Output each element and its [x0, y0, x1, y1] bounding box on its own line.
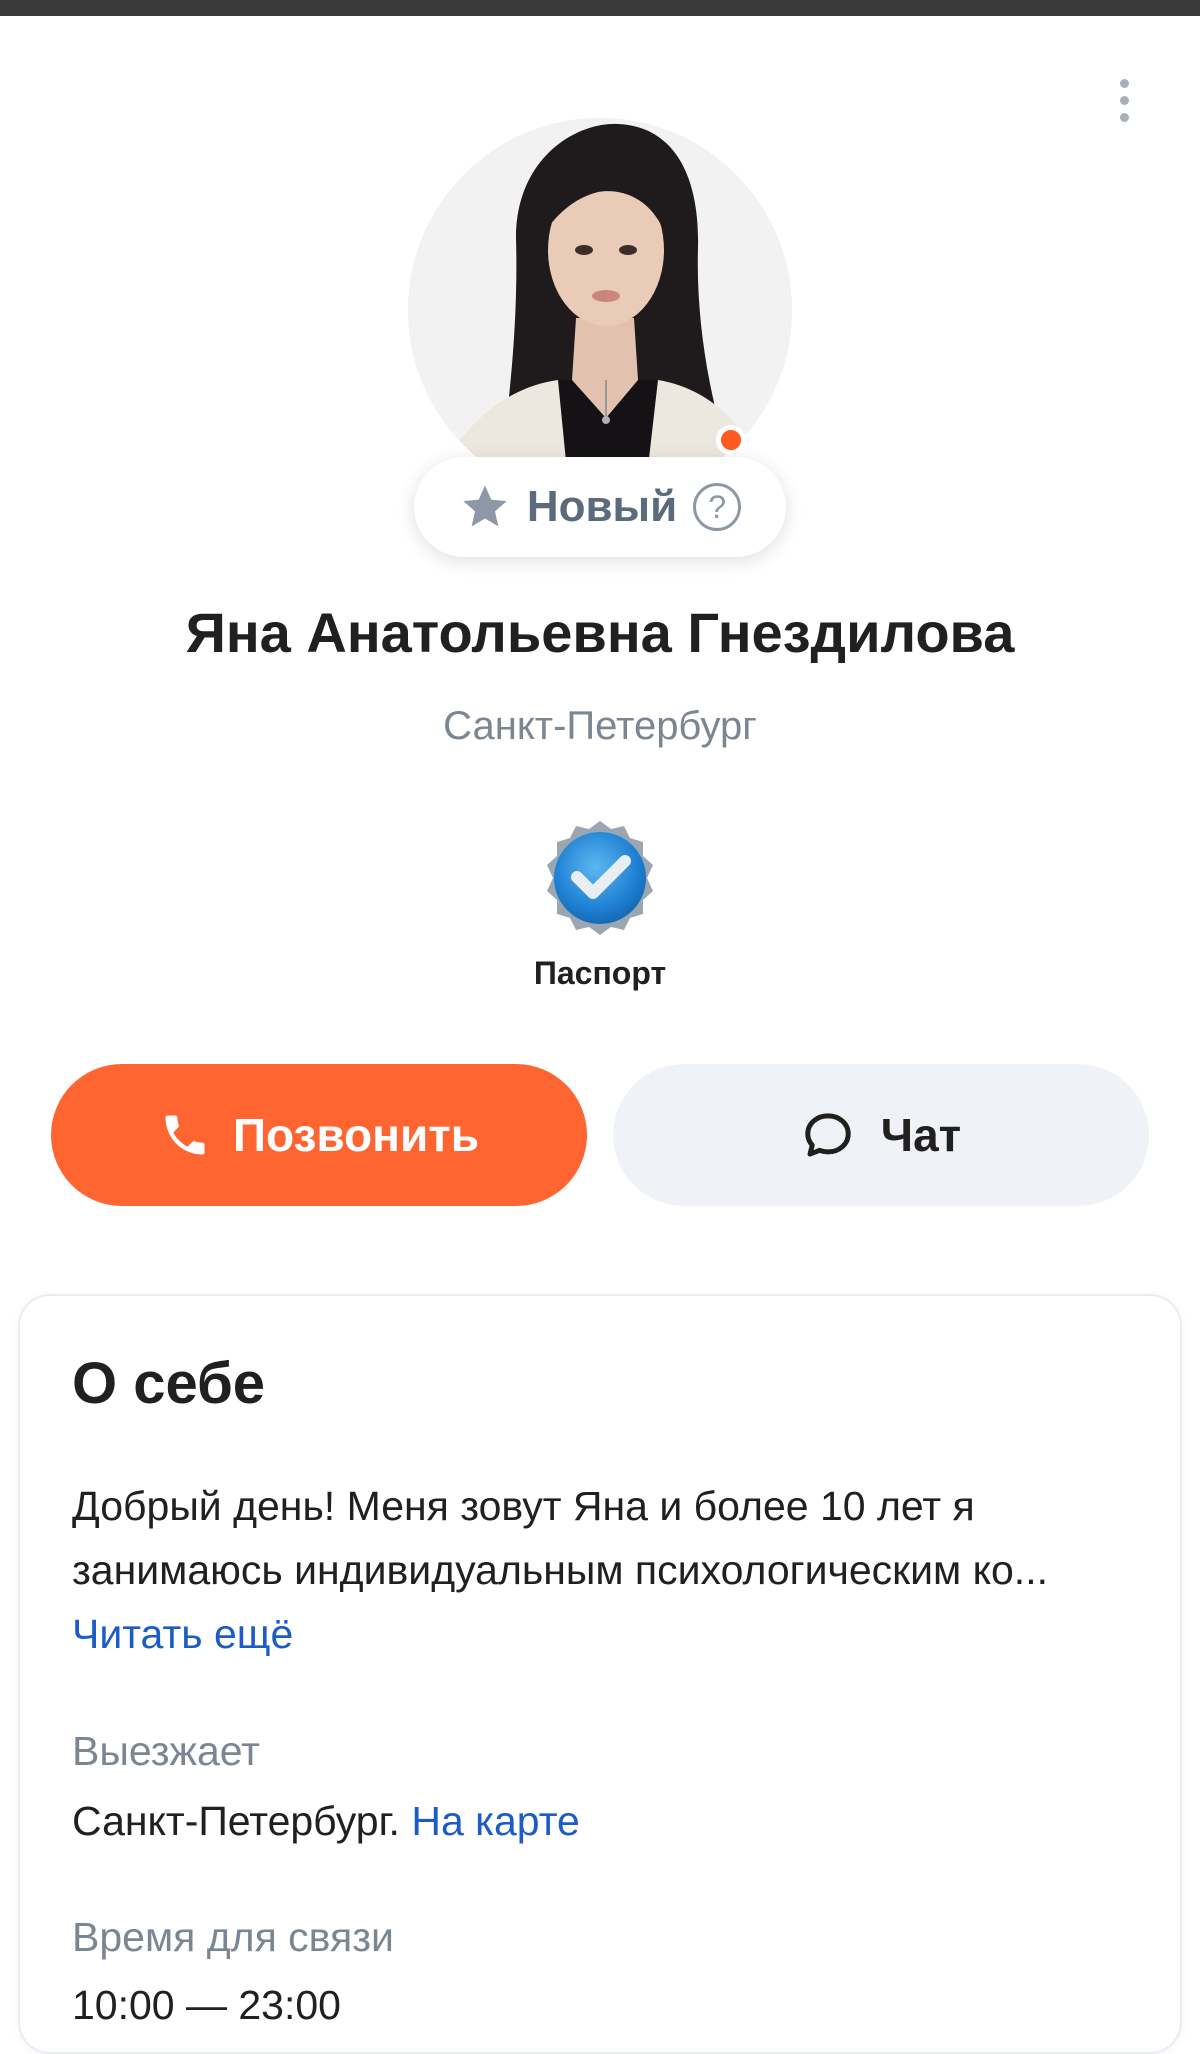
travel-label: Выезжает [72, 1728, 260, 1774]
about-text: Добрый день! Меня зовут Яна и более 10 л… [72, 1474, 1132, 1666]
passport-verification-label: Паспорт [533, 955, 667, 991]
status-badge[interactable]: Новый ? [414, 457, 786, 557]
passport-badge-graphic [547, 821, 653, 935]
more-options-button[interactable] [1100, 68, 1148, 132]
map-link[interactable]: На карте [411, 1798, 579, 1844]
about-card: О себе Добрый день! Меня зовут Яна и бол… [18, 1294, 1182, 2054]
more-vertical-icon-dot [1119, 95, 1129, 105]
call-button[interactable]: Позвонить [51, 1064, 587, 1206]
read-more-link[interactable]: Читать ещё [72, 1611, 293, 1657]
about-title: О себе [72, 1351, 266, 1416]
more-vertical-icon [1119, 78, 1129, 88]
phone-icon [165, 1115, 205, 1155]
online-status-indicator [716, 425, 746, 455]
status-bar-strip [0, 0, 1200, 16]
profile-name: Яна Анатольевна Гнездилова [185, 601, 1015, 664]
chat-button-label: Чат [880, 1109, 962, 1161]
chat-bubble-icon [805, 1113, 851, 1157]
more-vertical-icon-dot [1119, 112, 1129, 122]
verified-check-icon[interactable] [535, 815, 665, 945]
travel-value: Санкт-Петербург. На карте [72, 1798, 580, 1845]
profile-city: Санкт-Петербург [443, 704, 757, 748]
call-button-label: Позвонить [232, 1109, 480, 1161]
contact-time-label: Время для связи [72, 1914, 394, 1960]
travel-city: Санкт-Петербург. [72, 1798, 400, 1844]
chat-button[interactable]: Чат [613, 1064, 1149, 1206]
star-icon [463, 485, 507, 527]
about-text-body: Добрый день! Меня зовут Яна и более 10 л… [72, 1483, 1048, 1593]
question-icon[interactable]: ? [693, 483, 742, 531]
status-badge-label: Новый [526, 482, 678, 531]
